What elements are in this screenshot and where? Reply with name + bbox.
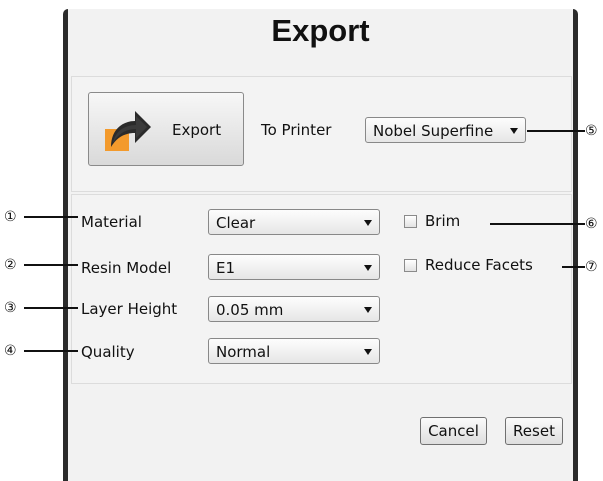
callout-4: ④ [4, 343, 17, 359]
callout-line-3 [24, 307, 78, 309]
material-select-value: Clear [216, 214, 256, 232]
quality-select[interactable]: Normal [208, 338, 380, 364]
callout-7: ⑦ [585, 259, 598, 275]
callout-3: ③ [4, 300, 17, 316]
printer-select-value: Nobel Superfine [373, 122, 494, 140]
layer-height-select[interactable]: 0.05 mm [208, 296, 380, 322]
material-label: Material [81, 213, 142, 231]
quality-select-value: Normal [216, 343, 271, 361]
reset-button[interactable]: Reset [505, 417, 563, 445]
callout-5: ⑤ [585, 123, 598, 139]
resin-model-label: Resin Model [81, 259, 172, 277]
cancel-button[interactable]: Cancel [420, 417, 487, 445]
material-select[interactable]: Clear [208, 209, 380, 235]
callout-line-1 [24, 216, 78, 218]
to-printer-label: To Printer [261, 121, 332, 139]
dialog-title: Export [271, 13, 370, 48]
reduce-facets-checkbox[interactable] [404, 259, 417, 272]
chevron-down-icon [364, 265, 372, 271]
callout-1: ① [4, 209, 17, 225]
export-button[interactable]: Export [88, 92, 244, 166]
callout-line-7 [562, 266, 585, 268]
resin-model-select-value: E1 [216, 259, 236, 277]
callout-line-6 [490, 223, 585, 225]
cancel-button-label: Cancel [428, 422, 479, 440]
reset-button-label: Reset [513, 422, 555, 440]
chevron-down-icon [364, 307, 372, 313]
callout-line-2 [24, 264, 78, 266]
export-arrow-icon [105, 111, 151, 151]
export-button-label: Export [172, 121, 222, 139]
chevron-down-icon [364, 220, 372, 226]
callout-6: ⑥ [585, 216, 598, 232]
layer-height-label: Layer Height [81, 300, 178, 318]
chevron-down-icon [510, 128, 518, 134]
brim-checkbox[interactable] [404, 215, 417, 228]
callout-line-5 [527, 130, 585, 132]
callout-2: ② [4, 257, 17, 273]
brim-label: Brim [425, 212, 461, 230]
callout-line-4 [24, 350, 78, 352]
resin-model-select[interactable]: E1 [208, 254, 380, 280]
reduce-facets-label: Reduce Facets [425, 256, 533, 274]
chevron-down-icon [364, 349, 372, 355]
quality-label: Quality [81, 343, 135, 361]
export-dialog: Export [63, 9, 578, 481]
layer-height-select-value: 0.05 mm [216, 301, 284, 319]
printer-select[interactable]: Nobel Superfine [365, 117, 526, 143]
